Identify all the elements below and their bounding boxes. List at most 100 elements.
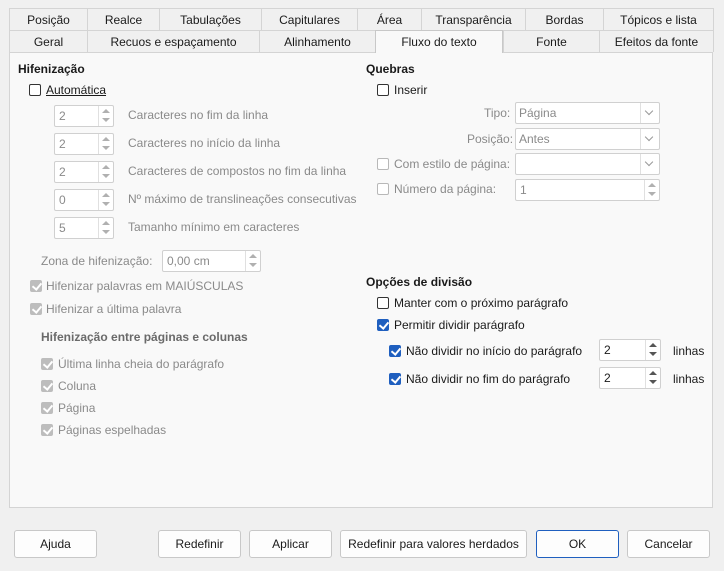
max-hyphens-label: Nº máximo de translineações consecutivas <box>128 192 357 206</box>
allow-split-checkbox[interactable] <box>377 319 390 331</box>
spin-down-icon <box>102 118 110 122</box>
across-pages-heading: Hifenização entre páginas e colunas <box>41 330 248 344</box>
tab-recuos-espacamento[interactable]: Recuos e espaçamento <box>87 30 259 52</box>
ok-button[interactable]: OK <box>536 530 619 558</box>
spin-buttons[interactable] <box>98 190 113 210</box>
spin-up-icon <box>649 371 657 375</box>
tab-efeitos-da-fonte[interactable]: Efeitos da fonte <box>599 30 714 52</box>
spin-up-icon <box>649 343 657 347</box>
spin-up-icon <box>102 193 110 197</box>
spin-value: 2 <box>604 371 611 385</box>
mirrored-pages-checkbox[interactable] <box>41 424 54 436</box>
spin-down-icon <box>102 146 110 150</box>
spin-value: 1 <box>520 183 527 197</box>
break-type-select[interactable]: Página <box>515 102 660 124</box>
hyphenate-last-word-checkbox[interactable] <box>30 303 43 315</box>
spin-down-icon <box>102 230 110 234</box>
spin-buttons[interactable] <box>98 106 113 126</box>
spin-up-icon <box>102 221 110 225</box>
tab-bordas[interactable]: Bordas <box>525 8 603 30</box>
break-position-select[interactable]: Antes <box>515 128 660 150</box>
spin-buttons[interactable] <box>644 180 659 200</box>
compound-chars-spinbox[interactable]: 2 <box>54 161 114 183</box>
page-number-spinbox[interactable]: 1 <box>515 179 660 201</box>
spin-value: 0,00 cm <box>167 254 210 268</box>
orphan-control-label: Não dividir no início do parágrafo <box>406 344 583 358</box>
tab-geral[interactable]: Geral <box>9 30 87 52</box>
spin-buttons[interactable] <box>98 134 113 154</box>
check-icon <box>42 380 54 391</box>
spin-down-icon <box>102 202 110 206</box>
min-word-length-spinbox[interactable]: 5 <box>54 217 114 239</box>
spin-up-icon <box>249 254 257 258</box>
insert-break-label: Inserir <box>394 83 428 97</box>
check-icon <box>390 345 402 356</box>
spin-up-icon <box>648 183 656 187</box>
spin-buttons[interactable] <box>98 218 113 238</box>
spin-up-icon <box>102 137 110 141</box>
widow-lines-spinbox[interactable]: 2 <box>599 367 661 389</box>
reset-to-inherited-button[interactable]: Redefinir para valores herdados <box>340 530 527 558</box>
check-icon <box>42 424 54 435</box>
spin-up-icon <box>102 109 110 113</box>
breaks-heading: Quebras <box>366 62 415 76</box>
widow-lines-unit: linhas <box>673 372 705 386</box>
tab-area[interactable]: Área <box>357 8 421 30</box>
check-icon <box>42 358 54 369</box>
chevron-down-icon <box>644 132 654 142</box>
chevron-down-icon <box>644 157 654 167</box>
spin-buttons[interactable] <box>645 368 660 388</box>
spin-value: 2 <box>59 165 66 179</box>
page-checkbox[interactable] <box>41 402 54 414</box>
keep-with-next-checkbox[interactable] <box>377 297 389 309</box>
tab-row-top: Posição Realce Tabulações Capitulares Ár… <box>9 8 714 30</box>
orphan-control-checkbox[interactable] <box>389 345 402 357</box>
tab-row-bottom: Geral Recuos e espaçamento Alinhamento F… <box>9 30 714 53</box>
spin-buttons[interactable] <box>98 162 113 182</box>
automatic-checkbox[interactable] <box>29 84 41 96</box>
page-number-checkbox[interactable] <box>377 183 389 195</box>
insert-break-checkbox[interactable] <box>377 84 389 96</box>
page-label: Página <box>58 401 96 415</box>
tab-tabulacoes[interactable]: Tabulações <box>159 8 261 30</box>
page-style-select[interactable] <box>515 153 660 175</box>
tab-transparencia[interactable]: Transparência <box>421 8 525 30</box>
tab-alinhamento[interactable]: Alinhamento <box>259 30 375 52</box>
orphan-lines-spinbox[interactable]: 2 <box>599 339 661 361</box>
tab-fluxo-do-texto[interactable]: Fluxo do texto <box>375 30 503 53</box>
column-checkbox[interactable] <box>41 380 54 392</box>
chars-line-end-spinbox[interactable]: 2 <box>54 105 114 127</box>
max-hyphens-spinbox[interactable]: 0 <box>54 189 114 211</box>
hyphenate-caps-checkbox[interactable] <box>30 280 43 292</box>
tab-topicos-lista[interactable]: Tópicos e lista <box>603 8 714 30</box>
spin-buttons[interactable] <box>245 251 260 271</box>
chars-line-begin-spinbox[interactable]: 2 <box>54 133 114 155</box>
spin-buttons[interactable] <box>645 340 660 360</box>
spin-value: 2 <box>59 109 66 123</box>
tab-capitulares[interactable]: Capitulares <box>261 8 357 30</box>
hyphenation-zone-spinbox[interactable]: 0,00 cm <box>162 250 261 272</box>
tab-fonte[interactable]: Fonte <box>503 30 599 52</box>
dropdown-button[interactable] <box>640 154 659 174</box>
dropdown-button[interactable] <box>640 129 659 149</box>
reset-button[interactable]: Redefinir <box>158 530 241 558</box>
widow-control-label: Não dividir no fim do parágrafo <box>406 372 571 386</box>
widow-control-checkbox[interactable] <box>389 373 402 385</box>
tab-realce[interactable]: Realce <box>87 8 159 30</box>
break-position-label: Posição: <box>467 132 514 146</box>
check-icon <box>390 373 402 384</box>
help-button[interactable]: Ajuda <box>14 530 97 558</box>
chevron-down-icon <box>644 106 654 116</box>
check-icon <box>42 402 54 413</box>
cancel-button[interactable]: Cancelar <box>627 530 710 558</box>
dropdown-button[interactable] <box>640 103 659 123</box>
last-full-line-checkbox[interactable] <box>41 358 54 370</box>
spin-value: 5 <box>59 221 66 235</box>
apply-button[interactable]: Aplicar <box>249 530 332 558</box>
orphan-lines-unit: linhas <box>673 344 705 358</box>
hyphenate-last-word-label: Hifenizar a última palavra <box>46 302 182 316</box>
tab-posicao[interactable]: Posição <box>9 8 87 30</box>
page-number-label: Número da página: <box>394 182 497 196</box>
chars-line-begin-label: Caracteres no início da linha <box>128 136 281 150</box>
page-style-checkbox[interactable] <box>377 158 389 170</box>
